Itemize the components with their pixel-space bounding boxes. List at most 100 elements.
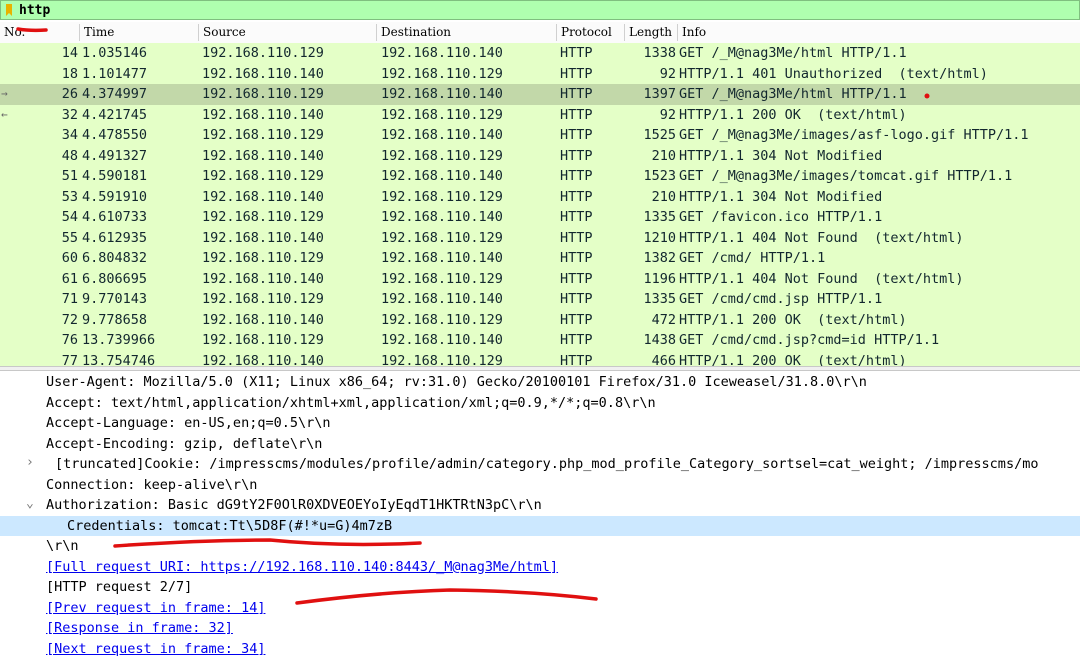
column-separator[interactable] (624, 24, 625, 41)
packet-number: 72 (61, 311, 78, 328)
packet-number: 34 (61, 127, 78, 143)
column-header-protocol[interactable]: Protocol (561, 25, 612, 39)
packet-source: 192.168.110.129 (202, 45, 324, 61)
packet-time: 13.739966 (82, 332, 156, 348)
detail-line[interactable]: \r\n (0, 536, 1080, 557)
detail-connection: Connection: keep-alive\r\n (46, 476, 258, 493)
column-header-no[interactable]: No. (4, 25, 25, 39)
detail-line[interactable]: User-Agent: Mozilla/5.0 (X11; Linux x86_… (0, 372, 1080, 393)
detail-line[interactable]: [HTTP request 2/7] (0, 577, 1080, 598)
packet-number: 53 (61, 188, 78, 205)
packet-number: 76 (61, 332, 78, 348)
column-header-destination[interactable]: Destination (381, 25, 451, 39)
packet-info: HTTP/1.1 200 OK (text/html) (679, 311, 907, 328)
packet-protocol: HTTP (560, 229, 593, 246)
packet-destination: 192.168.110.129 (381, 106, 503, 123)
packet-row[interactable]: 14 1.035146 192.168.110.129 192.168.110.140… (0, 43, 1080, 64)
packet-row[interactable]: 77 13.754746 192.168.110.140 192.168.110.12… (0, 350, 1080, 366)
packet-destination: 192.168.110.140 (381, 291, 503, 307)
packet-destination: 192.168.110.140 (381, 250, 503, 266)
packet-row[interactable]: 76 13.739966 192.168.110.129 192.168.110.14… (0, 330, 1080, 351)
packet-time: 4.590181 (82, 168, 148, 184)
detail-line-expanded[interactable]: ⌄ Authorization: Basic dG9tY2F0OlR0XDVEO… (0, 495, 1080, 516)
packet-time: 4.374997 (82, 86, 148, 102)
detail-line-selected[interactable]: Credentials: tomcat:Tt\5D8F(#!*u=G)4m7zB (0, 515, 1080, 536)
packet-row[interactable]: ← 32 4.421745 192.168.110.140 192.168.110.1… (0, 104, 1080, 125)
bookmark-icon[interactable] (3, 3, 15, 17)
packet-details-pane[interactable]: User-Agent: Mozilla/5.0 (X11; Linux x86_… (0, 371, 1080, 656)
packet-number: 71 (61, 291, 78, 307)
packet-destination: 192.168.110.129 (381, 229, 503, 246)
detail-line-collapsible[interactable]: › [truncated]Cookie: /impresscms/modules… (0, 454, 1080, 475)
packet-source: 192.168.110.140 (202, 65, 324, 82)
packet-time: 4.478550 (82, 127, 148, 143)
packet-info: GET /_M@nag3Me/images/tomcat.gif HTTP/1.… (679, 168, 1013, 184)
packet-row[interactable]: 34 4.478550 192.168.110.129 192.168.110.140… (0, 125, 1080, 146)
packet-destination: 192.168.110.129 (381, 311, 503, 328)
detail-http-request-index: [HTTP request 2/7] (46, 579, 193, 595)
detail-line[interactable]: [Prev request in frame: 14] (0, 598, 1080, 619)
detail-crlf: \r\n (46, 538, 79, 554)
packet-row[interactable]: 60 6.804832 192.168.110.129 192.168.110.140… (0, 248, 1080, 269)
column-header-time[interactable]: Time (84, 25, 114, 39)
response-arrow-icon: ← (1, 107, 8, 121)
next-request-link[interactable]: [Next request in frame: 34] (46, 641, 265, 656)
packet-length: 1525 (643, 127, 676, 143)
column-header-length[interactable]: Length (629, 25, 672, 39)
packet-row[interactable]: 54 4.610733 192.168.110.129 192.168.110.140… (0, 207, 1080, 228)
response-frame-link[interactable]: [Response in frame: 32] (46, 620, 233, 636)
packet-protocol: HTTP (560, 291, 593, 307)
packet-number: 60 (61, 250, 78, 266)
packet-row-selected[interactable]: → 26 4.374997 192.168.110.129 192.168.110.1… (0, 84, 1080, 105)
detail-line[interactable]: Connection: keep-alive\r\n (0, 475, 1080, 496)
detail-line[interactable]: [Response in frame: 32] (0, 618, 1080, 639)
packet-length: 1335 (643, 209, 676, 225)
packet-row[interactable]: 51 4.590181 192.168.110.129 192.168.110.140… (0, 166, 1080, 187)
packet-source: 192.168.110.129 (202, 86, 324, 102)
full-request-uri-link[interactable]: [Full request URI: https://192.168.110.1… (46, 559, 558, 575)
packet-time: 9.778658 (82, 311, 148, 328)
detail-line[interactable]: Accept-Encoding: gzip, deflate\r\n (0, 434, 1080, 455)
packet-info: HTTP/1.1 304 Not Modified (679, 188, 883, 205)
display-filter-bar[interactable]: http (0, 0, 1080, 20)
column-separator[interactable] (677, 24, 678, 41)
packet-row[interactable]: 61 6.806695 192.168.110.140 192.168.110.129… (0, 268, 1080, 289)
request-arrow-icon: → (1, 87, 8, 100)
packet-protocol: HTTP (560, 250, 593, 266)
packet-length: 92 (659, 106, 676, 123)
column-separator[interactable] (198, 24, 199, 41)
packet-info: GET /_M@nag3Me/images/asf-logo.gif HTTP/… (679, 127, 1029, 143)
display-filter-input[interactable]: http (19, 3, 50, 18)
column-separator[interactable] (376, 24, 377, 41)
packet-number: 61 (61, 270, 78, 287)
packet-row[interactable]: 53 4.591910 192.168.110.140 192.168.110.129… (0, 186, 1080, 207)
packet-length: 1382 (643, 250, 676, 266)
packet-protocol: HTTP (560, 332, 593, 348)
chevron-right-icon[interactable]: › (26, 455, 34, 470)
packet-info: GET /cmd/cmd.jsp HTTP/1.1 (679, 291, 883, 307)
detail-line[interactable]: Accept: text/html,application/xhtml+xml,… (0, 393, 1080, 414)
column-separator[interactable] (79, 24, 80, 41)
packet-row[interactable]: 72 9.778658 192.168.110.140 192.168.110.129… (0, 309, 1080, 330)
column-header-info[interactable]: Info (682, 25, 706, 39)
chevron-down-icon[interactable]: ⌄ (26, 496, 34, 511)
packet-row[interactable]: 18 1.101477 192.168.110.140 192.168.110.129… (0, 63, 1080, 84)
detail-line[interactable]: [Next request in frame: 34] (0, 639, 1080, 656)
packet-time: 4.591910 (82, 188, 148, 205)
detail-credentials: Credentials: tomcat:Tt\5D8F(#!*u=G)4m7zB (67, 517, 393, 534)
detail-line[interactable]: Accept-Language: en-US,en;q=0.5\r\n (0, 413, 1080, 434)
column-header-source[interactable]: Source (203, 25, 246, 39)
packet-time: 1.101477 (82, 65, 148, 82)
packet-length: 1335 (643, 291, 676, 307)
packet-length: 1338 (643, 45, 676, 61)
packet-source: 192.168.110.129 (202, 209, 324, 225)
column-separator[interactable] (556, 24, 557, 41)
packet-row[interactable]: 48 4.491327 192.168.110.140 192.168.110.129… (0, 145, 1080, 166)
prev-request-link[interactable]: [Prev request in frame: 14] (46, 600, 265, 616)
packet-row[interactable]: 71 9.770143 192.168.110.129 192.168.110.140… (0, 289, 1080, 310)
detail-line[interactable]: [Full request URI: https://192.168.110.1… (0, 557, 1080, 578)
packet-row[interactable]: 55 4.612935 192.168.110.140 192.168.110.129… (0, 227, 1080, 248)
detail-user-agent: User-Agent: Mozilla/5.0 (X11; Linux x86_… (46, 374, 867, 390)
packet-time: 1.035146 (82, 45, 148, 61)
packet-list[interactable]: 14 1.035146 192.168.110.129 192.168.110.140… (0, 43, 1080, 366)
